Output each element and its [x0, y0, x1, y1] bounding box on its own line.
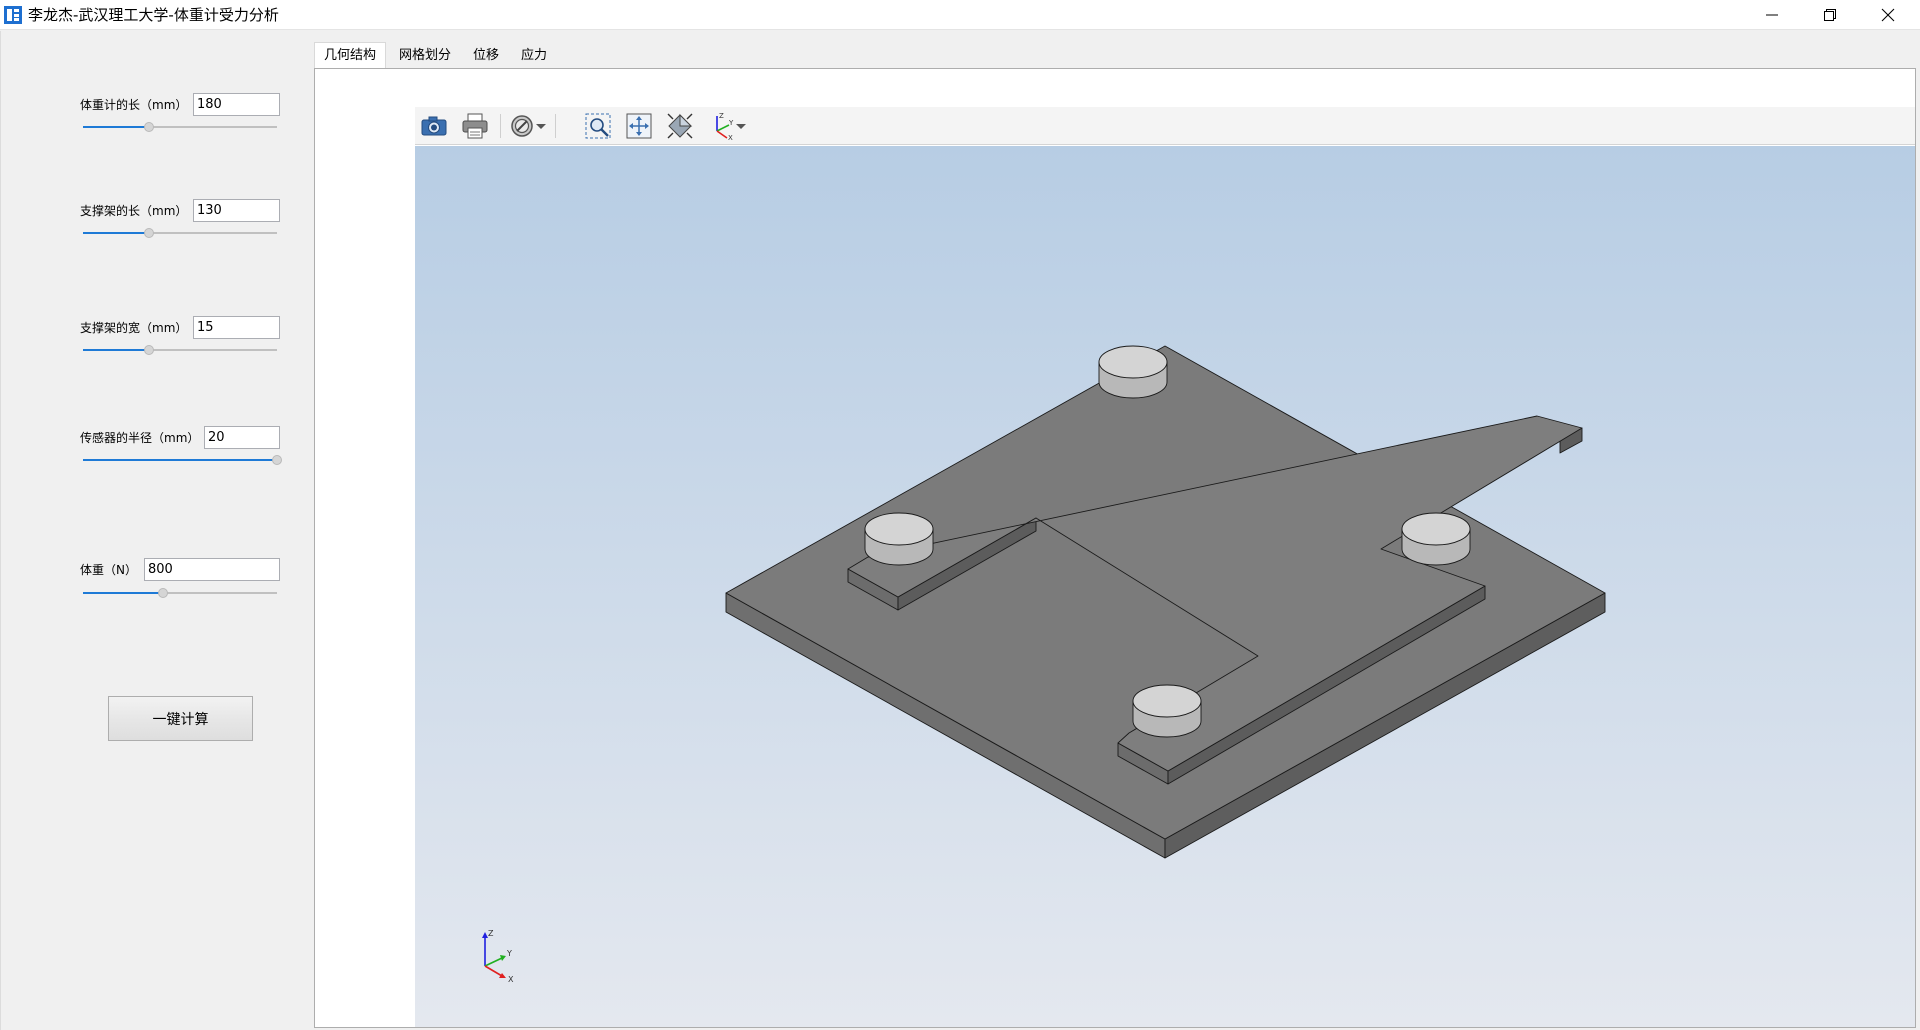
scale-model-view — [725, 345, 1606, 859]
sensor-disc — [1401, 512, 1471, 566]
restore-icon — [1824, 9, 1836, 21]
body-weight-label: 体重（N） — [80, 563, 137, 577]
sensor-disc — [864, 512, 934, 566]
dropdown-arrow-icon[interactable] — [533, 111, 549, 141]
3d-viewport[interactable]: Z Y X — [415, 146, 1915, 1027]
body-weight-slider[interactable] — [83, 586, 277, 600]
camera-icon[interactable] — [419, 111, 449, 141]
slider-fill — [83, 349, 149, 351]
sensor-radius-slider[interactable] — [83, 453, 282, 467]
slider-handle[interactable] — [272, 455, 282, 465]
tab-displacement[interactable]: 位移 — [462, 43, 510, 69]
minimize-button[interactable] — [1743, 0, 1801, 30]
window-title: 李龙杰-武汉理工大学-体重计受力分析 — [28, 6, 279, 24]
slider-handle[interactable] — [157, 588, 168, 598]
slider-fill — [83, 592, 163, 594]
app-window: 李龙杰-武汉理工大学-体重计受力分析 体重计的长（mm） 支撑架的 — [0, 0, 1920, 1030]
close-icon — [1881, 8, 1895, 22]
fit-all-icon[interactable] — [624, 111, 654, 141]
slider-fill — [83, 232, 149, 234]
sensor-disc — [1098, 345, 1168, 399]
bracket-width-input[interactable] — [193, 316, 280, 339]
tab-geometry[interactable]: 几何结构 — [314, 42, 386, 70]
slider-handle[interactable] — [143, 345, 154, 355]
y-axis — [484, 957, 503, 967]
print-icon[interactable] — [460, 111, 490, 141]
minimize-icon — [1766, 14, 1778, 16]
slider-handle[interactable] — [143, 228, 154, 238]
bracket-length-slider[interactable] — [83, 226, 277, 240]
sensor-radius-label: 传感器的半径（mm） — [80, 431, 200, 445]
isometric-view-icon[interactable] — [665, 111, 695, 141]
title-bar[interactable]: 李龙杰-武汉理工大学-体重计受力分析 — [0, 0, 1920, 30]
zoom-box-icon[interactable] — [583, 111, 613, 141]
calculate-button[interactable]: 一键计算 — [108, 696, 253, 741]
svg-text:Z: Z — [719, 112, 724, 120]
toolbar-separator — [500, 114, 501, 138]
x-axis — [484, 965, 503, 977]
x-axis-label: X — [508, 975, 514, 984]
toolbar-separator — [555, 114, 556, 138]
close-button[interactable] — [1859, 0, 1917, 30]
bracket-width-label: 支撑架的宽（mm） — [80, 321, 188, 335]
tab-stress[interactable]: 应力 — [510, 43, 558, 69]
slider-fill — [83, 126, 149, 128]
sensor-disc — [1132, 684, 1202, 738]
slider-handle[interactable] — [143, 122, 154, 132]
3d-viewer: Z Y X Z Y X — [415, 107, 1915, 1027]
app-icon — [4, 6, 22, 24]
scale-length-input[interactable] — [193, 93, 280, 116]
parameter-panel: 体重计的长（mm） 支撑架的长（mm） 支撑架的宽（mm） 传感器的半径（mm） — [0, 31, 314, 1030]
z-axis-label: Z — [488, 929, 494, 938]
sensor-radius-input[interactable] — [204, 426, 280, 449]
bracket-length-label: 支撑架的长（mm） — [80, 204, 188, 218]
restore-button[interactable] — [1801, 0, 1859, 30]
dropdown-arrow-icon[interactable] — [733, 111, 749, 141]
y-axis-label: Y — [506, 949, 512, 958]
bracket-width-slider[interactable] — [83, 343, 277, 357]
body-weight-input[interactable] — [144, 558, 280, 581]
bracket-length-input[interactable] — [193, 199, 280, 222]
slider-fill — [83, 459, 277, 461]
scale-length-label: 体重计的长（mm） — [80, 98, 188, 112]
axis-triad: Z Y X — [482, 929, 514, 984]
viewer-toolbar: Z Y X — [415, 107, 1915, 145]
scale-length-slider[interactable] — [83, 120, 277, 134]
tab-mesh[interactable]: 网格划分 — [388, 43, 462, 69]
